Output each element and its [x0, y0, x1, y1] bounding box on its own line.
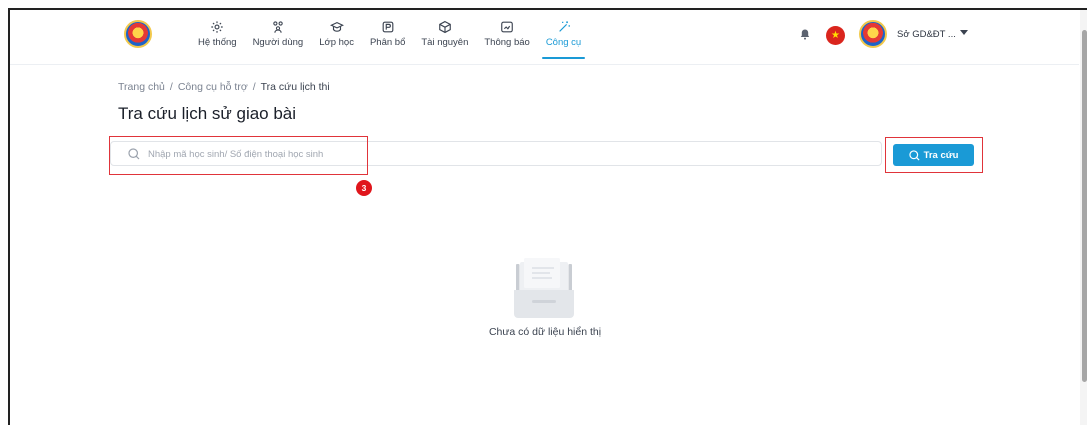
bell-icon[interactable] [800, 29, 810, 40]
distribution-icon [382, 21, 394, 33]
settings-icon [211, 21, 223, 33]
empty-box-icon [514, 258, 574, 318]
app-window: Hệ thống Người dùng Lớp học Phân bổ Tài … [8, 8, 1087, 425]
empty-state-message: Chưa có dữ liệu hiển thị [488, 326, 602, 338]
users-icon [273, 21, 283, 33]
search-input[interactable] [148, 144, 848, 164]
scrollbar-thumb[interactable] [1082, 30, 1087, 382]
vertical-scrollbar[interactable] [1080, 10, 1087, 425]
breadcrumb-item-tools[interactable]: Công cụ hỗ trợ [178, 81, 248, 93]
main-nav: Hệ thống Người dùng Lớp học Phân bổ Tài … [190, 20, 589, 59]
language-flag-icon[interactable]: ★ [826, 26, 845, 45]
nav-label: Thông báo [484, 37, 530, 48]
message-icon [501, 21, 513, 33]
magic-wand-icon [558, 21, 570, 32]
chevron-down-icon[interactable] [960, 30, 968, 35]
nav-label: Tài nguyên [421, 37, 469, 48]
step-badge: 3 [356, 180, 372, 196]
user-name[interactable]: Sở GD&ĐT ... [897, 29, 956, 40]
nav-item-tai-nguyen[interactable]: Tài nguyên [413, 20, 476, 48]
breadcrumb-separator: / [169, 81, 173, 93]
nav-label: Hệ thống [198, 37, 237, 48]
nav-item-cong-cu[interactable]: Công cụ [538, 20, 589, 59]
nav-item-he-thong[interactable]: Hệ thống [190, 20, 245, 48]
search-icon [908, 149, 920, 161]
breadcrumb-item-current: Tra cứu lịch thi [260, 81, 330, 93]
top-navbar: Hệ thống Người dùng Lớp học Phân bổ Tài … [10, 10, 1079, 65]
nav-item-thong-bao[interactable]: Thông báo [476, 20, 537, 48]
page-title: Tra cứu lịch sử giao bài [118, 104, 297, 123]
nav-label: Người dùng [252, 37, 304, 48]
nav-label: Lớp học [319, 37, 354, 48]
user-avatar[interactable] [859, 20, 887, 48]
nav-label: Phân bổ [369, 37, 406, 48]
flag-star-icon: ★ [831, 29, 840, 41]
search-button-label: Tra cứu [923, 149, 959, 161]
nav-item-phan-bo[interactable]: Phân bổ [362, 20, 413, 48]
breadcrumb-separator: / [252, 81, 256, 93]
breadcrumb: Trang chủ / Công cụ hỗ trợ / Tra cứu lịc… [118, 81, 330, 93]
nav-item-nguoi-dung[interactable]: Người dùng [245, 20, 312, 48]
box-icon [439, 20, 451, 34]
graduation-cap-icon [329, 21, 344, 32]
nav-label: Công cụ [545, 37, 582, 48]
breadcrumb-item-home[interactable]: Trang chủ [118, 81, 165, 93]
app-logo[interactable] [124, 20, 152, 48]
search-icon [128, 148, 140, 160]
nav-item-lop-hoc[interactable]: Lớp học [311, 20, 362, 48]
search-button[interactable]: Tra cứu [893, 144, 974, 166]
